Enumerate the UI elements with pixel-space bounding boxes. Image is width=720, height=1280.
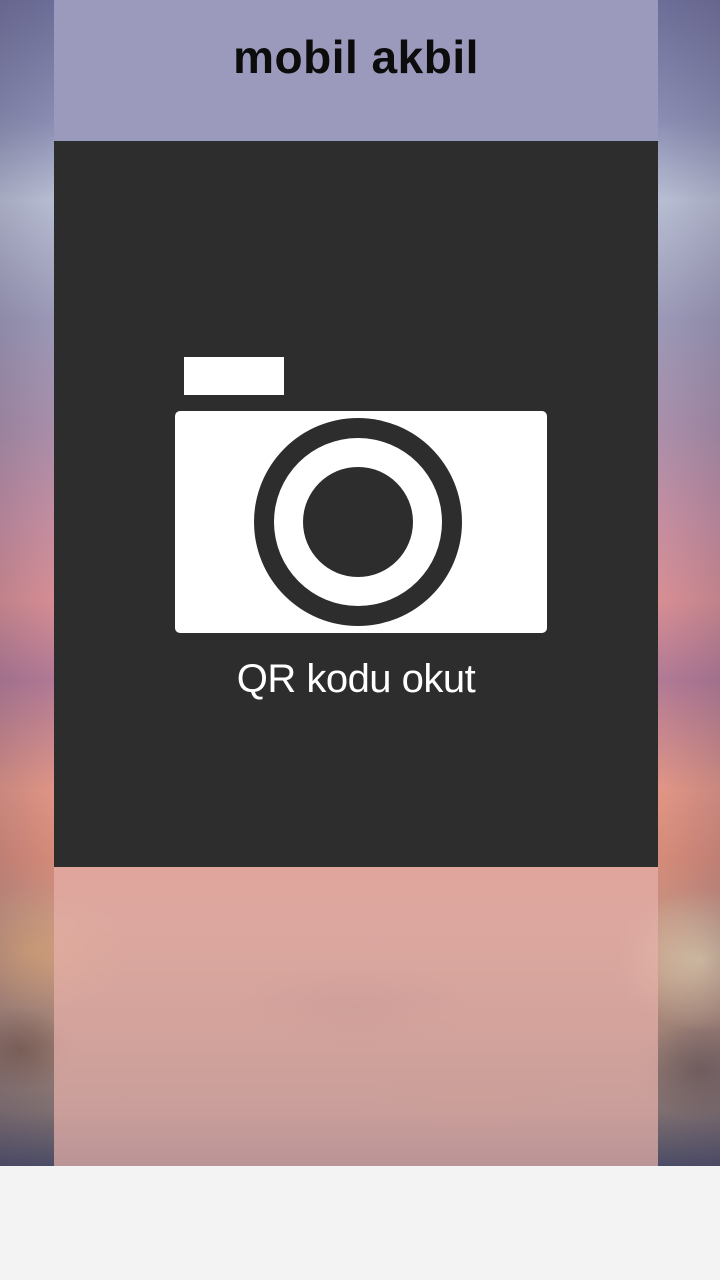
app-header: mobil akbil bbox=[54, 0, 658, 140]
camera-flash bbox=[184, 357, 284, 395]
camera-lens-inner bbox=[303, 467, 413, 577]
content-area-tint bbox=[54, 867, 658, 1166]
scan-qr-button[interactable]: QR kodu okut bbox=[54, 141, 658, 867]
bottom-bar bbox=[0, 1166, 720, 1280]
app-screen: mobil akbil QR kodu okut bbox=[0, 0, 720, 1280]
camera-icon bbox=[175, 357, 547, 633]
background-shade-right bbox=[664, 0, 720, 1166]
app-title: mobil akbil bbox=[233, 31, 479, 83]
background-shade-left bbox=[0, 0, 56, 1166]
scan-qr-label: QR kodu okut bbox=[236, 657, 476, 701]
content-area bbox=[54, 867, 658, 1166]
